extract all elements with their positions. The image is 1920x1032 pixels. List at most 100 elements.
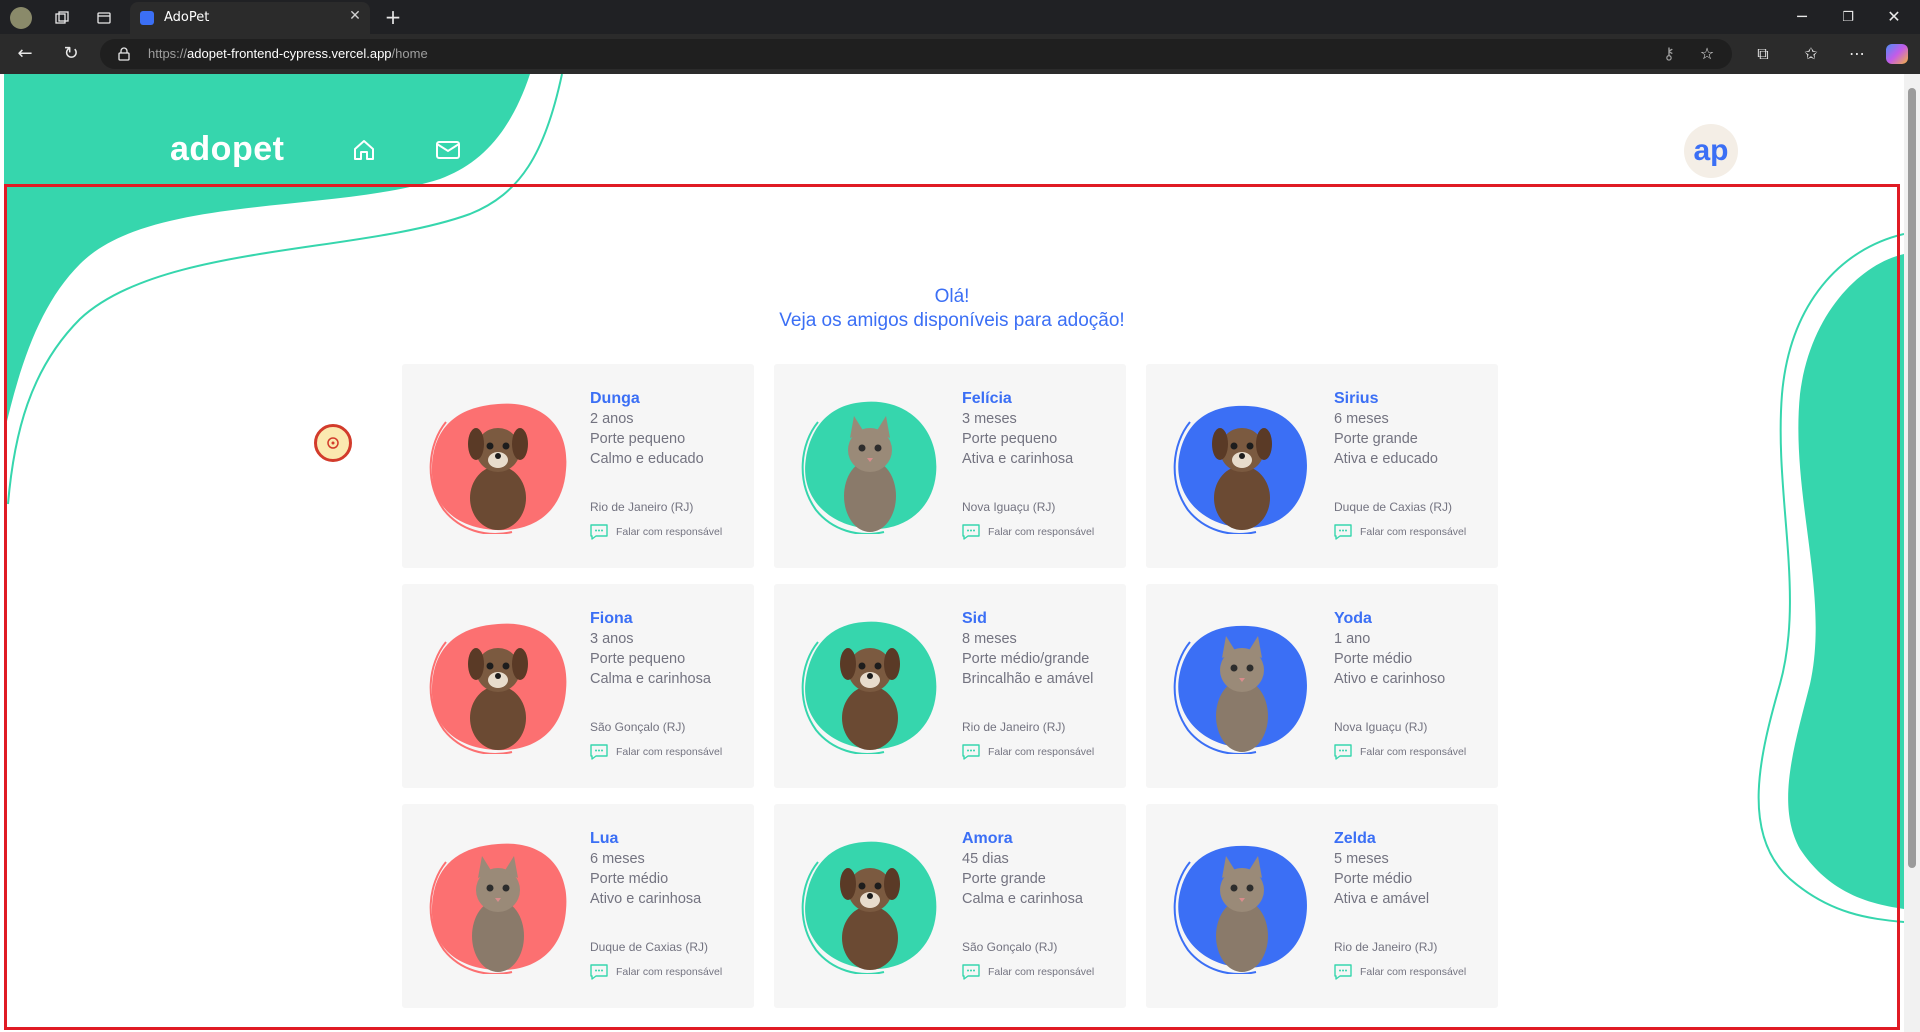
contact-owner-label: Falar com responsável [988,526,1095,538]
pet-card[interactable]: Sirius 6 meses Porte grande Ativa e educado… [1146,364,1498,568]
workspaces-icon[interactable] [52,8,72,28]
cat-photo[interactable] [1182,838,1302,978]
contact-owner-label: Falar com responsável [616,966,723,978]
chat-icon [962,964,980,980]
address-bar[interactable]: https://adopet-frontend-cypress.vercel.a… [100,39,1732,69]
pet-card[interactable]: Felícia 3 meses Porte pequeno Ativa e carin… [774,364,1126,568]
dog-photo[interactable] [438,398,558,538]
favorites-icon[interactable]: ✩ [1800,44,1822,64]
dog-photo[interactable] [810,838,930,978]
copilot-icon[interactable] [1886,44,1908,64]
page-viewport: adopet ap Olá! Veja os amigos disponívei… [0,74,1904,1032]
contact-owner-label: Falar com responsável [988,746,1095,758]
pet-card[interactable]: Amora 45 dias Porte grande Calma e carinhos… [774,804,1126,1008]
chat-icon [590,964,608,980]
dog-photo[interactable] [1182,398,1302,538]
contact-owner-label: Falar com responsável [1360,746,1467,758]
contact-owner-link[interactable]: Falar com responsável [962,744,1094,760]
pet-age: 6 meses [1334,411,1389,427]
user-avatar[interactable]: ap [1684,124,1738,178]
contact-owner-link[interactable]: Falar com responsável [962,524,1094,540]
dog-photo[interactable] [438,618,558,758]
contact-owner-label: Falar com responsável [1360,966,1467,978]
new-tab-icon[interactable]: + [382,6,404,28]
pet-size: Porte pequeno [962,431,1058,447]
pet-age: 2 anos [590,411,634,427]
pet-card[interactable]: Sid 8 meses Porte médio/grande Brincalhão e… [774,584,1126,788]
contact-owner-link[interactable]: Falar com responsável [1334,964,1466,980]
cat-photo[interactable] [1182,618,1302,758]
adopet-favicon-icon [140,11,154,25]
back-icon[interactable]: ← [14,44,36,64]
pet-card[interactable]: Yoda 1 ano Porte médio Ativo e carinhoso Nov… [1146,584,1498,788]
pet-location: Duque de Caxias (RJ) [1334,500,1453,514]
pet-name: Felícia [962,390,1012,407]
pet-age: 1 ano [1334,631,1371,647]
favorite-star-icon[interactable]: ☆ [1698,45,1716,63]
pet-name: Sid [962,610,987,627]
pet-size: Porte médio [1334,871,1413,887]
pet-age: 3 meses [962,411,1017,427]
home-icon[interactable] [350,136,378,164]
password-key-icon[interactable]: ⚷ [1660,46,1678,62]
pet-temperament: Ativo e carinhosa [590,891,702,907]
scrollbar-thumb[interactable] [1908,88,1916,868]
minimize-icon[interactable]: ─ [1790,8,1814,26]
chat-icon [1334,744,1352,760]
pet-location: São Gonçalo (RJ) [590,720,686,734]
url-scheme: https:// [148,46,188,61]
pet-size: Porte pequeno [590,651,686,667]
pet-location: Nova Iguaçu (RJ) [1334,720,1428,734]
contact-owner-label: Falar com responsável [1360,526,1467,538]
restore-icon[interactable]: ❐ [1836,8,1860,26]
tab-actions-icon[interactable] [94,8,114,28]
pet-size: Porte médio [590,871,669,887]
extensions-icon[interactable]: ⧉ [1752,44,1774,64]
url-path: /home [391,46,428,61]
contact-owner-link[interactable]: Falar com responsável [1334,524,1466,540]
vertical-scrollbar[interactable] [1904,74,1920,1032]
contact-owner-link[interactable]: Falar com responsável [590,744,722,760]
dog-photo[interactable] [810,618,930,758]
close-tab-icon[interactable]: ✕ [346,8,364,26]
pet-temperament: Calmo e educado [590,451,704,467]
contact-owner-link[interactable]: Falar com responsável [1334,744,1466,760]
chat-icon [1334,524,1352,540]
pet-size: Porte médio [1334,651,1413,667]
tab-adopet[interactable]: AdoPet ✕ [130,2,370,34]
close-window-icon[interactable]: ✕ [1882,8,1906,26]
pet-card[interactable]: Zelda 5 meses Porte médio Ativa e amável Rio… [1146,804,1498,1008]
chat-icon [590,744,608,760]
pet-size: Porte grande [1334,431,1418,447]
pet-location: Rio de Janeiro (RJ) [1334,940,1438,954]
cat-photo[interactable] [438,838,558,978]
pet-location: Nova Iguaçu (RJ) [962,500,1056,514]
pet-card[interactable]: Fiona 3 anos Porte pequeno Calma e carinhos… [402,584,754,788]
pet-size: Porte médio/grande [962,651,1090,667]
chat-icon [1334,964,1352,980]
chat-icon [962,744,980,760]
pet-card[interactable]: Dunga 2 anos Porte pequeno Calmo e educado R… [402,364,754,568]
profile-avatar-icon[interactable] [10,7,32,29]
pet-card[interactable]: Lua 6 meses Porte médio Ativo e carinhosa Du… [402,804,754,1008]
pet-size: Porte pequeno [590,431,686,447]
adopet-logo[interactable]: adopet [170,130,284,169]
mail-icon[interactable] [434,136,462,164]
contact-owner-link[interactable]: Falar com responsável [962,964,1094,980]
reload-icon[interactable]: ↻ [60,44,82,64]
pet-name: Lua [590,830,619,847]
pet-location: São Gonçalo (RJ) [962,940,1058,954]
chat-icon [962,524,980,540]
pet-name: Zelda [1334,830,1376,847]
cat-photo[interactable] [810,398,930,538]
url-host: adopet-frontend-cypress.vercel.app [187,46,392,61]
contact-owner-link[interactable]: Falar com responsável [590,524,722,540]
pet-location: Duque de Caxias (RJ) [590,940,709,954]
pet-name: Yoda [1334,610,1372,627]
contact-owner-link[interactable]: Falar com responsável [590,964,722,980]
pet-location: Rio de Janeiro (RJ) [590,500,694,514]
more-menu-icon[interactable]: ⋯ [1846,44,1868,64]
lock-icon[interactable] [116,46,132,62]
pet-age: 45 dias [962,851,1009,867]
url-text[interactable]: https://adopet-frontend-cypress.vercel.a… [148,46,428,61]
